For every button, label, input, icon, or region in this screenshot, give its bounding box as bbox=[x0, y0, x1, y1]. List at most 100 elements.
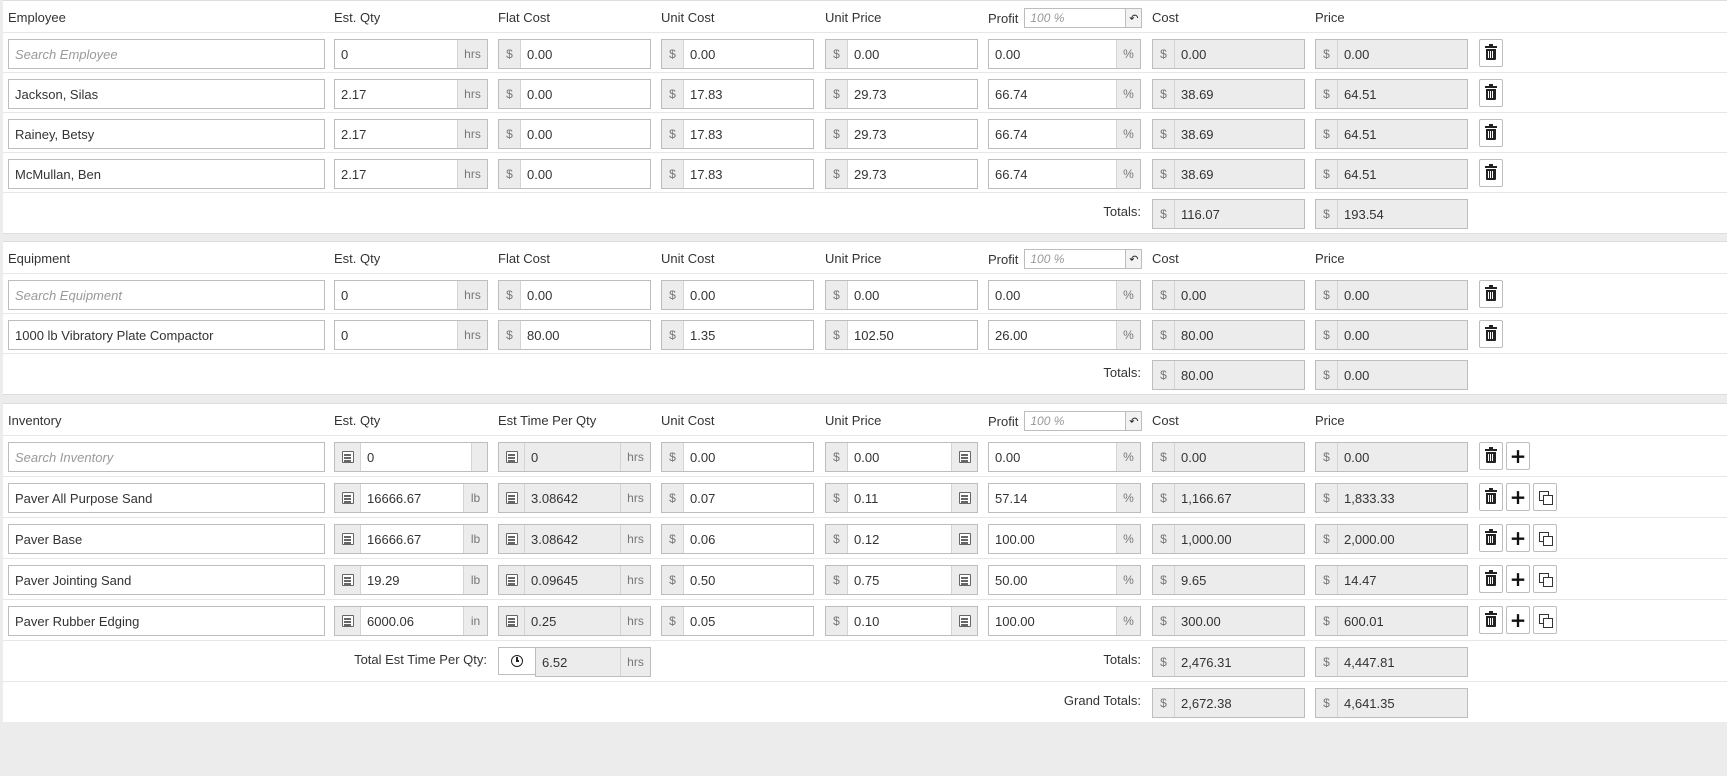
profit-input[interactable]: 66.74% bbox=[988, 159, 1141, 189]
clock-button[interactable] bbox=[498, 647, 536, 675]
unit-cost-input[interactable]: $0.07 bbox=[661, 483, 814, 513]
profit-input[interactable]: 0.00% bbox=[988, 442, 1141, 472]
unit-cost-input[interactable]: $0.00 bbox=[661, 280, 814, 310]
est-qty-input[interactable]: 2.17 hrs bbox=[334, 119, 488, 149]
unit-price-input[interactable]: $0.11 bbox=[825, 483, 978, 513]
add-button[interactable]: + bbox=[1506, 524, 1530, 552]
unit-price-input[interactable]: $0.12 bbox=[825, 524, 978, 554]
unit-cost-input[interactable]: $0.00 bbox=[661, 442, 814, 472]
calculator-icon[interactable] bbox=[335, 484, 361, 512]
delete-button[interactable] bbox=[1479, 565, 1503, 593]
unit-cost-input[interactable]: $0.06 bbox=[661, 524, 814, 554]
profit-input[interactable]: 100.00% bbox=[988, 606, 1141, 636]
undo-icon[interactable]: ↶ bbox=[1125, 250, 1142, 268]
add-button[interactable]: + bbox=[1506, 565, 1530, 593]
delete-button[interactable] bbox=[1479, 524, 1503, 552]
search-equipment-input[interactable]: Search Equipment bbox=[8, 280, 325, 310]
flat-cost-input[interactable]: $0.00 bbox=[498, 79, 651, 109]
profit-all-input[interactable]: 100 % ↶ bbox=[1024, 411, 1143, 431]
flat-cost-input[interactable]: $0.00 bbox=[498, 159, 651, 189]
unit-price-input[interactable]: $0.00 bbox=[825, 442, 978, 472]
unit-cost-input[interactable]: $0.05 bbox=[661, 606, 814, 636]
profit-input[interactable]: 57.14% bbox=[988, 483, 1141, 513]
delete-button[interactable] bbox=[1479, 483, 1503, 511]
unit-price-input[interactable]: $102.50 bbox=[825, 320, 978, 350]
est-qty-input[interactable]: 16666.67 lb bbox=[334, 483, 488, 513]
search-inventory-input[interactable]: Search Inventory bbox=[8, 442, 325, 472]
inventory-name-input[interactable]: Paver All Purpose Sand bbox=[8, 483, 325, 513]
inventory-name-input[interactable]: Paver Jointing Sand bbox=[8, 565, 325, 595]
est-qty-input[interactable]: 0 hrs bbox=[334, 280, 488, 310]
calculator-icon[interactable] bbox=[951, 525, 977, 553]
unit-cost-input[interactable]: $17.83 bbox=[661, 79, 814, 109]
calculator-icon[interactable] bbox=[951, 566, 977, 594]
add-button[interactable]: + bbox=[1506, 442, 1530, 470]
calculator-icon[interactable] bbox=[951, 484, 977, 512]
duplicate-button[interactable] bbox=[1533, 524, 1557, 552]
profit-input[interactable]: 66.74% bbox=[988, 119, 1141, 149]
calculator-icon[interactable] bbox=[951, 607, 977, 635]
est-qty-input[interactable]: 2.17 hrs bbox=[334, 159, 488, 189]
employee-name-input[interactable]: Rainey, Betsy bbox=[8, 119, 325, 149]
delete-button[interactable] bbox=[1479, 280, 1503, 308]
calculator-icon[interactable] bbox=[499, 484, 525, 512]
delete-button[interactable] bbox=[1479, 606, 1503, 634]
profit-input[interactable]: 0.00% bbox=[988, 39, 1141, 69]
profit-all-input[interactable]: 100 % ↶ bbox=[1024, 249, 1143, 269]
flat-cost-input[interactable]: $0.00 bbox=[498, 39, 651, 69]
unit-price-input[interactable]: $29.73 bbox=[825, 79, 978, 109]
est-qty-input[interactable]: 0 hrs bbox=[334, 320, 488, 350]
unit-cost-input[interactable]: $17.83 bbox=[661, 159, 814, 189]
unit-cost-input[interactable]: $17.83 bbox=[661, 119, 814, 149]
calculator-icon[interactable] bbox=[499, 525, 525, 553]
calculator-icon[interactable] bbox=[499, 607, 525, 635]
employee-name-input[interactable]: Jackson, Silas bbox=[8, 79, 325, 109]
est-qty-input[interactable]: 16666.67 lb bbox=[334, 524, 488, 554]
calculator-icon[interactable] bbox=[335, 607, 361, 635]
delete-button[interactable] bbox=[1479, 442, 1503, 470]
undo-icon[interactable]: ↶ bbox=[1125, 9, 1142, 27]
unit-price-input[interactable]: $0.75 bbox=[825, 565, 978, 595]
duplicate-button[interactable] bbox=[1533, 565, 1557, 593]
add-button[interactable]: + bbox=[1506, 606, 1530, 634]
inventory-name-input[interactable]: Paver Base bbox=[8, 524, 325, 554]
equipment-name-input[interactable]: 1000 lb Vibratory Plate Compactor bbox=[8, 320, 325, 350]
flat-cost-input[interactable]: $0.00 bbox=[498, 119, 651, 149]
est-qty-input[interactable]: 0 hrs bbox=[334, 39, 488, 69]
unit-cost-input[interactable]: $0.50 bbox=[661, 565, 814, 595]
inventory-name-input[interactable]: Paver Rubber Edging bbox=[8, 606, 325, 636]
est-qty-input[interactable]: 0 bbox=[334, 442, 488, 472]
calculator-icon[interactable] bbox=[499, 443, 525, 471]
unit-price-input[interactable]: $0.00 bbox=[825, 280, 978, 310]
calculator-icon[interactable] bbox=[499, 566, 525, 594]
unit-price-input[interactable]: $29.73 bbox=[825, 159, 978, 189]
unit-price-input[interactable]: $0.00 bbox=[825, 39, 978, 69]
duplicate-button[interactable] bbox=[1533, 483, 1557, 511]
duplicate-button[interactable] bbox=[1533, 606, 1557, 634]
calculator-icon[interactable] bbox=[951, 443, 977, 471]
unit-price-input[interactable]: $29.73 bbox=[825, 119, 978, 149]
est-qty-input[interactable]: 6000.06 in bbox=[334, 606, 488, 636]
delete-button[interactable] bbox=[1479, 159, 1503, 187]
flat-cost-input[interactable]: $80.00 bbox=[498, 320, 651, 350]
add-button[interactable]: + bbox=[1506, 483, 1530, 511]
delete-button[interactable] bbox=[1479, 79, 1503, 107]
profit-input[interactable]: 0.00% bbox=[988, 280, 1141, 310]
search-employee-input[interactable]: Search Employee bbox=[8, 39, 325, 69]
calculator-icon[interactable] bbox=[335, 566, 361, 594]
delete-button[interactable] bbox=[1479, 320, 1503, 348]
profit-input[interactable]: 26.00% bbox=[988, 320, 1141, 350]
delete-button[interactable] bbox=[1479, 119, 1503, 147]
profit-input[interactable]: 50.00% bbox=[988, 565, 1141, 595]
calculator-icon[interactable] bbox=[335, 525, 361, 553]
employee-name-input[interactable]: McMullan, Ben bbox=[8, 159, 325, 189]
est-qty-input[interactable]: 19.29 lb bbox=[334, 565, 488, 595]
unit-cost-input[interactable]: $0.00 bbox=[661, 39, 814, 69]
profit-input[interactable]: 100.00% bbox=[988, 524, 1141, 554]
unit-price-input[interactable]: $0.10 bbox=[825, 606, 978, 636]
undo-icon[interactable]: ↶ bbox=[1125, 412, 1142, 430]
est-qty-input[interactable]: 2.17 hrs bbox=[334, 79, 488, 109]
calculator-icon[interactable] bbox=[335, 443, 361, 471]
profit-all-input[interactable]: 100 % ↶ bbox=[1024, 8, 1143, 28]
flat-cost-input[interactable]: $0.00 bbox=[498, 280, 651, 310]
